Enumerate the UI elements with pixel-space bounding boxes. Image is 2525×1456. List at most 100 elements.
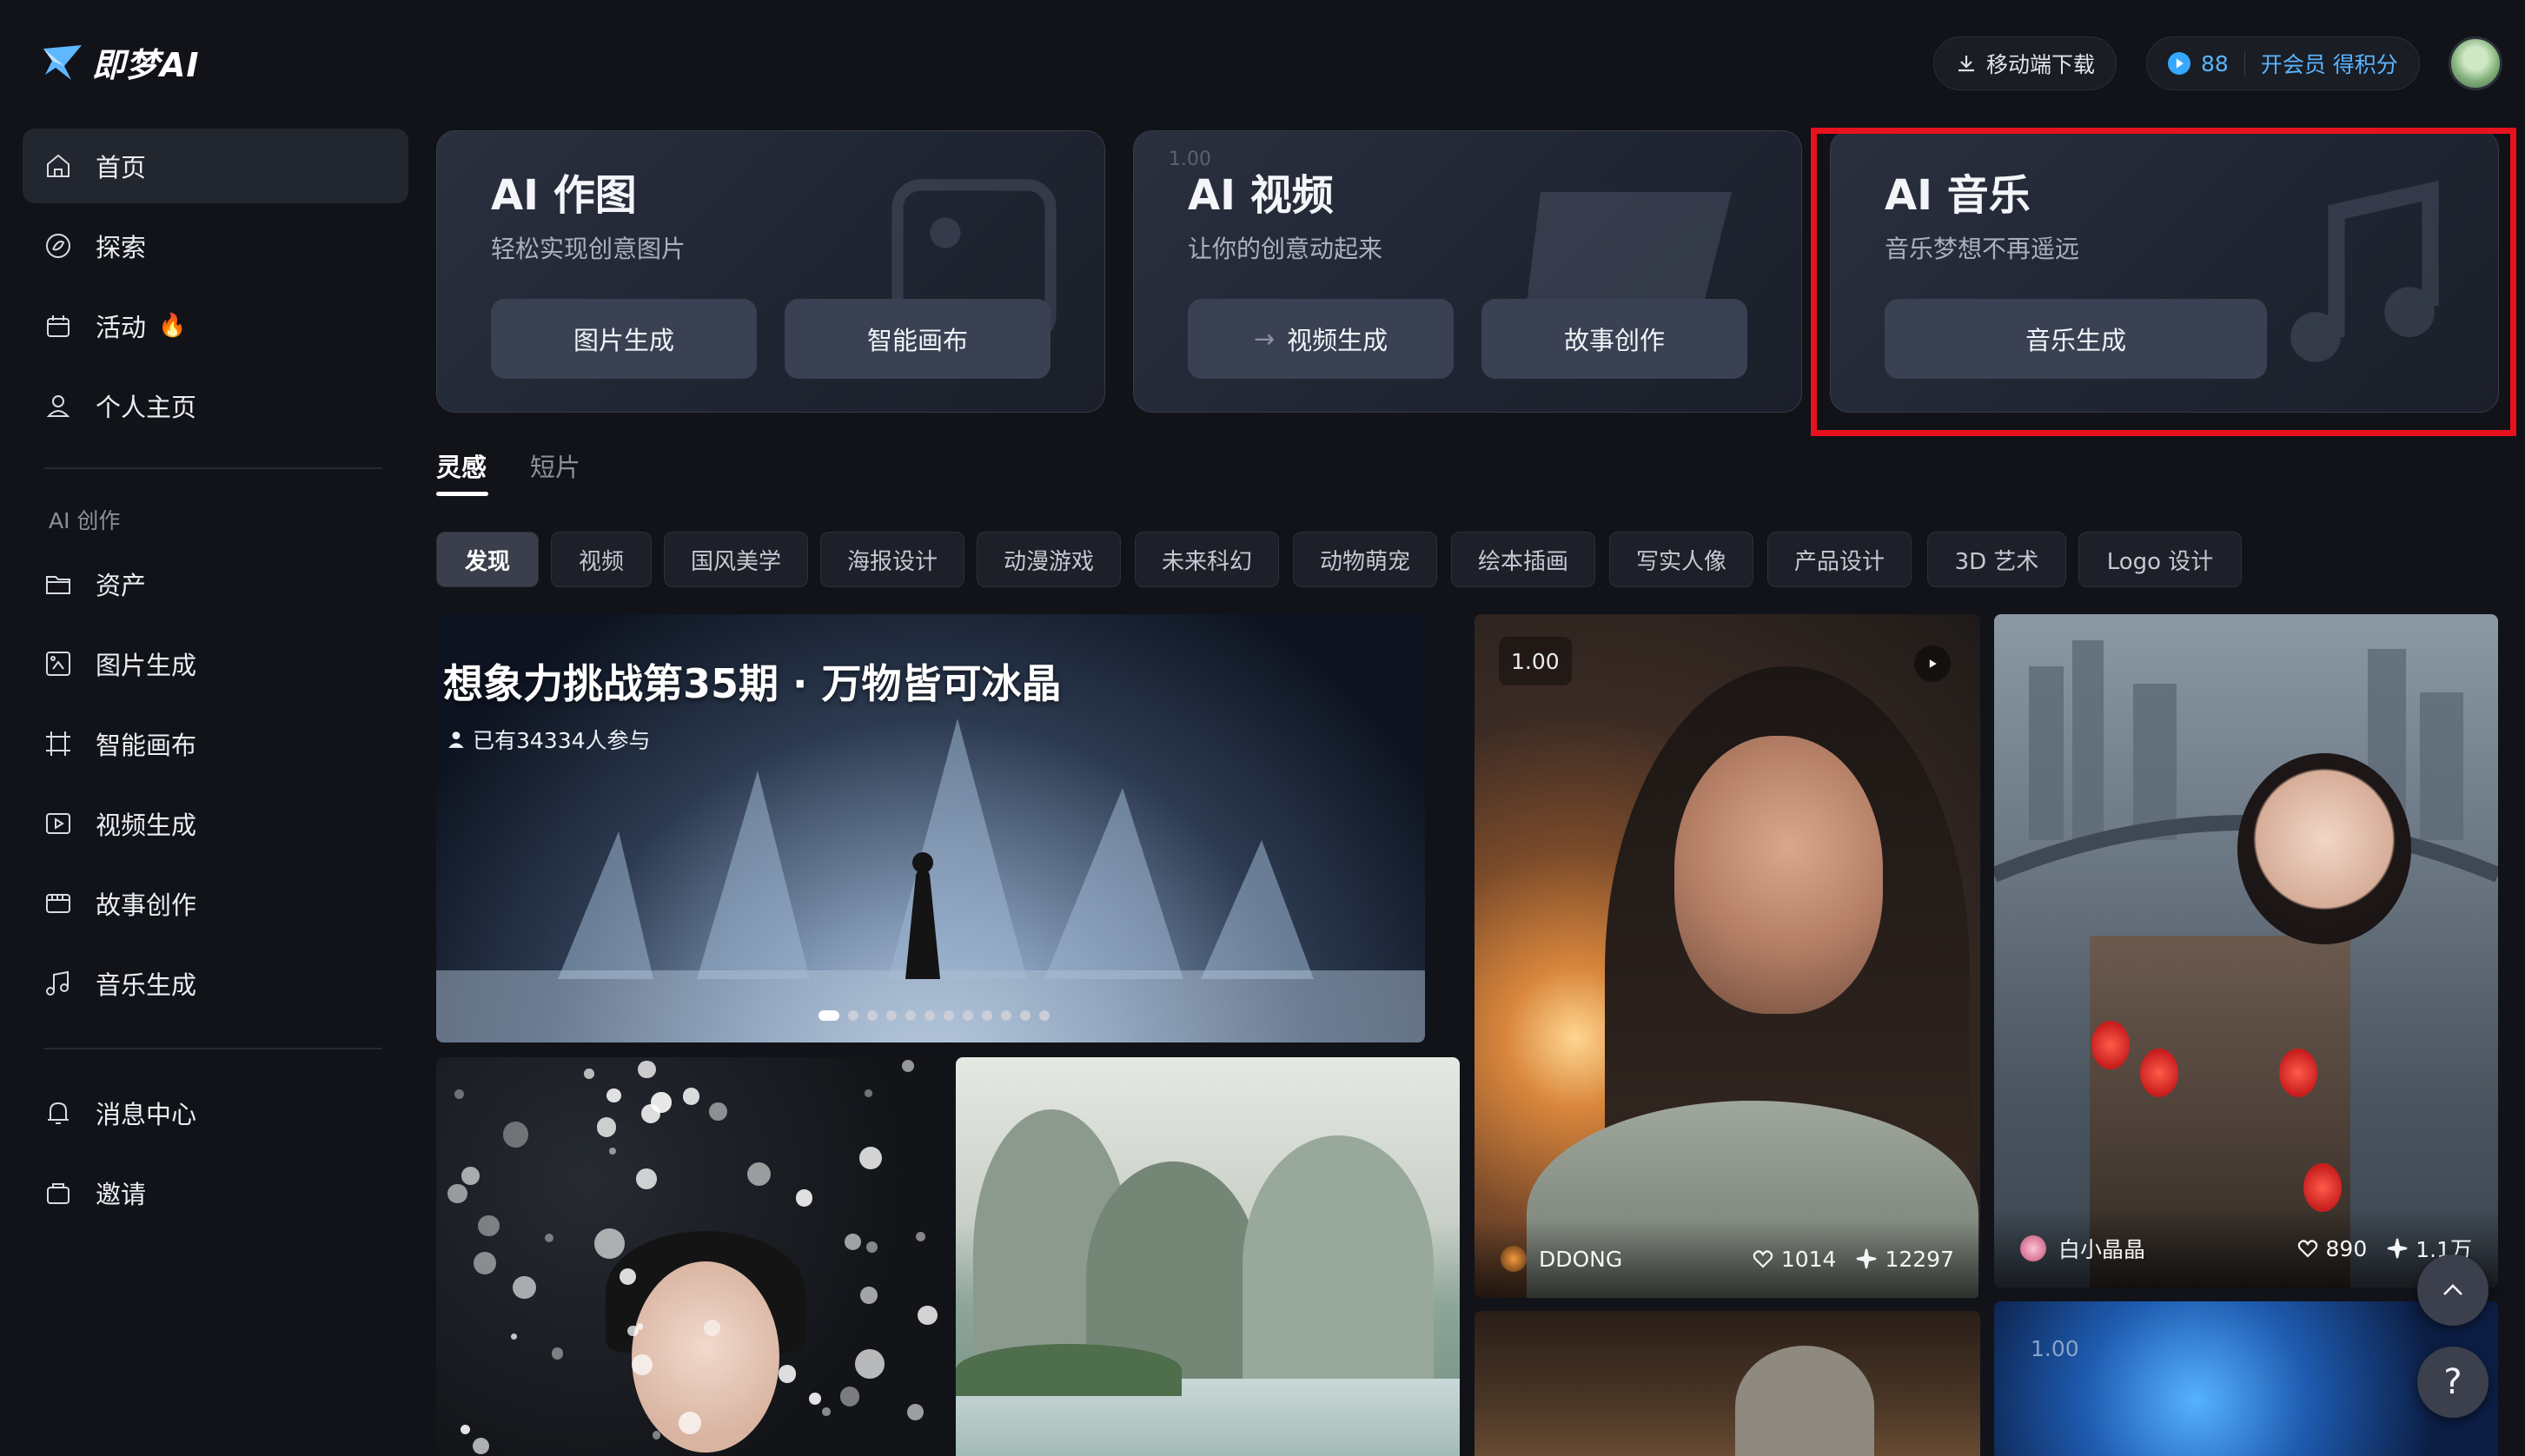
chip-3d-art[interactable]: 3D 艺术 <box>1927 532 2066 587</box>
sidebar-item-home[interactable]: 首页 <box>23 129 408 203</box>
credit-separator <box>2243 51 2245 76</box>
snowflake-shape <box>682 1088 699 1105</box>
snowflake-shape <box>545 1233 554 1242</box>
snowflake-shape <box>584 1069 594 1079</box>
carousel-dot[interactable] <box>1001 1010 1011 1021</box>
brand-logo[interactable]: 即梦AI <box>40 38 200 86</box>
snowflake-shape <box>746 1161 772 1187</box>
sidebar-item-image-gen[interactable]: 图片生成 <box>23 626 408 701</box>
canvas-button[interactable]: 智能画布 <box>785 299 1050 379</box>
challenge-banner[interactable]: 想象力挑战第35期 · 万物皆可冰晶 已有34334人参与 <box>436 614 1425 1042</box>
chip-poster[interactable]: 海报设计 <box>820 532 964 587</box>
play-icon[interactable] <box>1914 645 1951 682</box>
back-to-top-button[interactable] <box>2417 1254 2489 1326</box>
credit-balance: 88 <box>2201 50 2229 76</box>
snowflake-shape <box>597 1117 617 1137</box>
carousel-dot[interactable] <box>925 1010 935 1021</box>
logo-icon <box>43 44 82 80</box>
sidebar-item-messages[interactable]: 消息中心 <box>23 1075 408 1150</box>
chip-pets[interactable]: 动物萌宠 <box>1293 532 1437 587</box>
chip-portrait[interactable]: 写实人像 <box>1609 532 1753 587</box>
chip-illustration[interactable]: 绘本插画 <box>1451 532 1595 587</box>
character-figure <box>2237 753 2411 944</box>
likes-stat[interactable]: 890 <box>2296 1236 2367 1261</box>
lantern-icon <box>2091 1021 2130 1069</box>
sidebar-item-profile[interactable]: 个人主页 <box>23 368 408 443</box>
user-avatar[interactable] <box>2449 36 2502 90</box>
gallery-card-nezha[interactable]: 白小晶晶 890 1.1万 <box>1994 614 2498 1287</box>
help-button[interactable]: ? <box>2417 1347 2489 1418</box>
author-name[interactable]: DDONG <box>1539 1247 1622 1272</box>
sidebar-item-story[interactable]: 故事创作 <box>23 866 408 941</box>
tab-shorts[interactable]: 短片 <box>530 447 580 484</box>
chip-logo[interactable]: Logo 设计 <box>2078 532 2242 587</box>
author-avatar[interactable] <box>2020 1235 2046 1261</box>
music-icon <box>42 967 75 1000</box>
uses-count: 12297 <box>1885 1246 1954 1272</box>
tab-inspiration[interactable]: 灵感 <box>436 447 487 484</box>
gallery-card-portrait[interactable]: 1.00 DDONG 1014 12297 <box>1475 614 1980 1298</box>
sidebar-item-video-gen[interactable]: 视频生成 <box>23 786 408 861</box>
video-gen-button[interactable]: → 视频生成 <box>1188 299 1454 379</box>
snowflake-shape <box>901 1060 914 1073</box>
snowflake-shape <box>551 1347 564 1360</box>
mobile-download-button[interactable]: 移动端下载 <box>1933 36 2117 90</box>
sidebar-item-activity[interactable]: 活动 🔥 <box>23 288 408 363</box>
carousel-dot[interactable] <box>944 1010 954 1021</box>
chip-guofeng[interactable]: 国风美学 <box>664 532 808 587</box>
snowflake-shape <box>795 1189 813 1207</box>
member-cta[interactable]: 开会员 得积分 <box>2261 48 2398 79</box>
download-label: 移动端下载 <box>1986 52 2096 77</box>
carousel-dot[interactable] <box>886 1010 897 1021</box>
carousel-dot[interactable] <box>982 1010 992 1021</box>
snowflake-shape <box>627 1325 639 1337</box>
banner-title: 想象力挑战第35期 · 万物皆可冰晶 <box>443 660 1062 707</box>
section-title-ai-create: AI 创作 <box>49 508 121 533</box>
sidebar-item-label: 邀请 <box>96 1180 147 1209</box>
person-icon <box>448 731 464 748</box>
folder-icon <box>42 567 75 600</box>
author-name[interactable]: 白小晶晶 <box>2058 1233 2145 1264</box>
carousel-dot[interactable] <box>963 1010 973 1021</box>
carousel-dot[interactable] <box>867 1010 878 1021</box>
snowflake-shape <box>865 1089 872 1097</box>
snowflake-shape <box>636 1168 657 1189</box>
invite-icon <box>42 1176 75 1209</box>
snowflake-shape <box>473 1252 496 1275</box>
sidebar-item-explore[interactable]: 探索 <box>23 208 408 283</box>
image-gen-button[interactable]: 图片生成 <box>491 299 757 379</box>
sidebar-item-label: 音乐生成 <box>96 970 197 1000</box>
explore-icon <box>42 229 75 262</box>
chip-product[interactable]: 产品设计 <box>1767 532 1912 587</box>
likes-stat[interactable]: 1014 <box>1752 1247 1836 1272</box>
snowflake-shape <box>809 1393 822 1406</box>
sidebar-item-assets[interactable]: 资产 <box>23 546 408 621</box>
chip-discover[interactable]: 发现 <box>436 532 539 587</box>
carousel-dot[interactable] <box>1020 1010 1031 1021</box>
author-avatar[interactable] <box>1501 1246 1527 1272</box>
carousel-dot[interactable] <box>818 1010 839 1021</box>
chip-anime-games[interactable]: 动漫游戏 <box>977 532 1121 587</box>
create-nav: 资产 图片生成 智能画布 视频生成 故事创作 音乐生成 <box>23 546 408 1026</box>
sidebar-item-label: 智能画布 <box>96 731 197 760</box>
sidebar-item-invite[interactable]: 邀请 <box>23 1155 408 1230</box>
story-button[interactable]: 故事创作 <box>1481 299 1747 379</box>
gallery-card-snow-portrait[interactable] <box>436 1057 942 1456</box>
snowflake-shape <box>679 1411 702 1434</box>
carousel-dot[interactable] <box>905 1010 916 1021</box>
gallery-card-landscape[interactable] <box>956 1057 1460 1456</box>
carousel-dot[interactable] <box>848 1010 858 1021</box>
carousel-dot[interactable] <box>1039 1010 1050 1021</box>
chip-video[interactable]: 视频 <box>551 532 652 587</box>
sidebar-item-canvas[interactable]: 智能画布 <box>23 706 408 781</box>
sidebar-item-label: 探索 <box>96 233 147 262</box>
credits-button[interactable]: 88 开会员 得积分 <box>2146 36 2420 90</box>
uses-stat[interactable]: 12297 <box>1855 1247 1954 1272</box>
sidebar-item-music-gen[interactable]: 音乐生成 <box>23 946 408 1021</box>
question-icon: ? <box>2443 1362 2462 1402</box>
chip-scifi[interactable]: 未来科幻 <box>1135 532 1279 587</box>
credit-icon <box>2168 52 2190 75</box>
brand-name: 即梦AI <box>92 46 200 84</box>
gallery-card-interior[interactable] <box>1475 1311 1980 1456</box>
video-gen-label: 视频生成 <box>1287 326 1388 355</box>
